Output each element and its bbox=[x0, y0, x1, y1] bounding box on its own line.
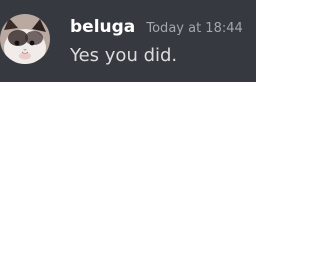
message-header: beluga Today at 18:44 bbox=[70, 17, 243, 39]
timestamp: Today at 18:44 bbox=[146, 21, 243, 36]
username[interactable]: beluga bbox=[70, 17, 135, 37]
message-content: Yes you did. bbox=[70, 45, 178, 66]
chat-message: beluga Today at 18:44 Yes you did. bbox=[0, 0, 256, 82]
avatar[interactable] bbox=[0, 14, 50, 64]
page: beluga Today at 18:44 Yes you did. bbox=[0, 0, 256, 256]
cat-avatar-icon bbox=[0, 14, 50, 64]
